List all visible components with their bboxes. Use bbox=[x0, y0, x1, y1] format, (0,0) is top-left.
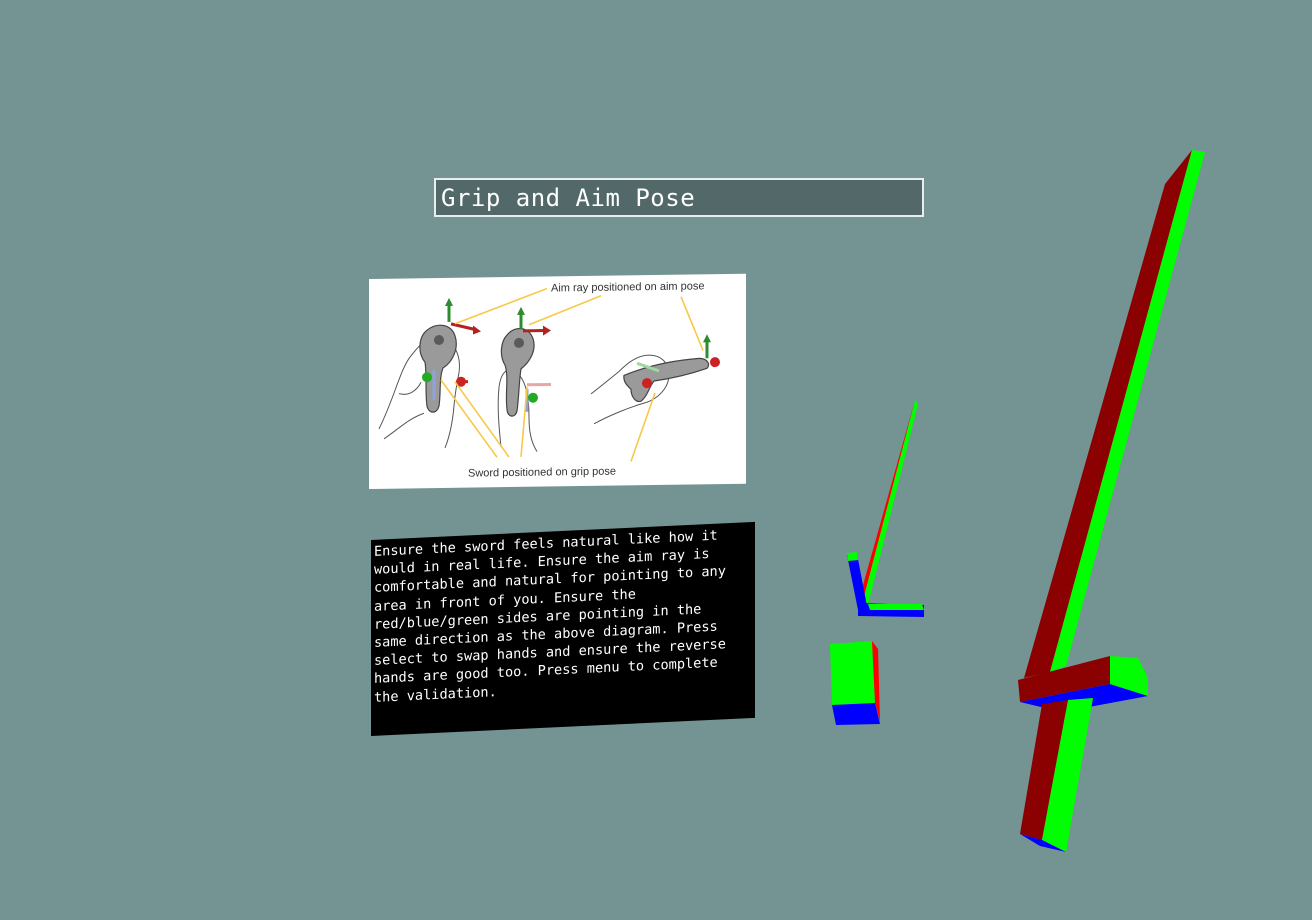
grip-pose-cube bbox=[830, 641, 880, 725]
vr-scene: Grip and Aim Pose Aim ray positioned on … bbox=[0, 0, 1312, 920]
sword bbox=[1018, 150, 1205, 852]
aim-ray-gizmo bbox=[847, 400, 924, 617]
